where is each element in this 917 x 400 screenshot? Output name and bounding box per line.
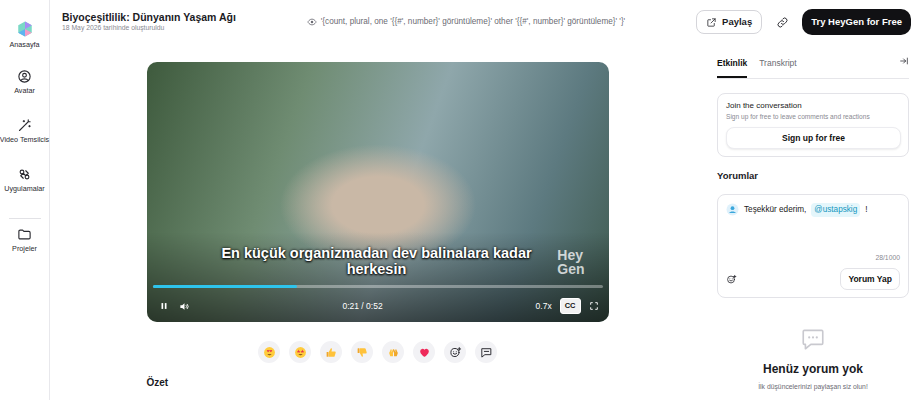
chat-bubble-icon <box>800 326 826 352</box>
emoji-button[interactable] <box>726 267 737 291</box>
player-controls: 0:21 / 0:520.7x CC <box>153 285 603 316</box>
copy-link-button[interactable] <box>770 10 794 34</box>
draft-text: Teşekkür ederim, <box>744 204 806 216</box>
panel-tab[interactable]: Transkript <box>759 57 796 78</box>
mention-chip[interactable]: @ustapskig <box>811 203 860 217</box>
reaction-button[interactable] <box>320 341 342 363</box>
join-title: Join the conversation <box>726 101 901 111</box>
avatar-icon <box>17 69 32 84</box>
captions-button[interactable]: CC <box>560 298 581 314</box>
thumbs-down-icon <box>356 346 369 359</box>
speed-button[interactable]: 0.7x <box>536 300 552 313</box>
user-avatar-icon <box>726 203 739 216</box>
emoji-icon <box>726 274 737 285</box>
video-column: En küçük organizmadan dev balinalara kad… <box>147 62 609 390</box>
sidebar-item[interactable]: Uygulamalar <box>0 167 49 213</box>
created-date: 18 May 2026 tarihinde oluşturuldu <box>62 23 236 33</box>
sidebar-item[interactable]: Projeler <box>0 227 49 273</box>
reaction-button[interactable] <box>351 341 373 363</box>
watermark: HeyGen <box>557 248 584 276</box>
sidebar-label: Uygulamalar <box>4 185 44 193</box>
wand-icon <box>17 118 32 133</box>
sidebar-label: Anasayfa <box>10 41 40 49</box>
sidebar-label: Avatar <box>14 87 35 95</box>
sidebar-label: Projeler <box>12 245 37 253</box>
collapse-button[interactable] <box>899 48 909 78</box>
share-label: Paylaş <box>722 15 752 29</box>
collapse-icon <box>899 56 909 66</box>
watermark-text: Gen <box>557 262 584 276</box>
join-card: Join the conversation Sign up for free to… <box>717 93 909 157</box>
comment-footer: Yorum Yap <box>726 267 900 291</box>
pause-icon <box>159 301 169 311</box>
comment-icon <box>480 346 493 359</box>
reaction-button[interactable] <box>258 341 280 363</box>
playback-time: 0:21 / 0:52 <box>190 300 536 313</box>
raised-hands-icon <box>387 346 400 359</box>
sign-up-button[interactable]: Sign up for free <box>726 127 901 150</box>
panel-tab[interactable]: Etkinlik <box>717 57 747 78</box>
reaction-button[interactable] <box>475 341 497 363</box>
logo-icon <box>16 20 34 38</box>
sidebar-item[interactable]: Avatar <box>0 69 49 115</box>
sidebar: Anasayfa Avatar Video Temsilcis Uygulamalar… <box>0 0 50 400</box>
thumbs-up-icon <box>325 346 338 359</box>
sidebar-item[interactable]: Video Temsilcis <box>0 118 49 164</box>
heart-icon <box>418 346 431 359</box>
volume-icon <box>179 301 190 312</box>
fullscreen-icon <box>589 301 599 311</box>
summary-heading: Özet <box>147 375 609 390</box>
sidebar-separator <box>9 218 41 219</box>
link-icon <box>776 16 789 29</box>
title-block: Biyoçeşitlilik: Dünyanın Yaşam Ağı18 May… <box>62 11 236 34</box>
control-row: 0:21 / 0:520.7x CC <box>153 296 603 316</box>
header: Biyoçeşitlilik: Dünyanın Yaşam Ağı18 May… <box>50 0 917 44</box>
draft-suffix: ! <box>865 204 867 216</box>
reaction-button[interactable] <box>444 341 466 363</box>
share-button[interactable]: Paylaş <box>696 10 762 34</box>
comments-heading: Yorumlar <box>717 169 909 183</box>
join-text: Sign up for free to leave comments and r… <box>726 113 901 121</box>
play-pause-button[interactable] <box>153 301 175 311</box>
sidebar-item[interactable]: Anasayfa <box>0 20 49 66</box>
char-counter: 28/1000 <box>726 253 900 263</box>
view-count-text: '{count, plural, one '{{#', number}' gör… <box>321 16 625 28</box>
reaction-button[interactable] <box>413 341 435 363</box>
sidebar-label: Video Temsilcis <box>0 136 49 144</box>
try-free-button[interactable]: Try HeyGen for Free <box>802 9 911 35</box>
video-player[interactable]: En küçük organizmadan dev balinalara kad… <box>147 62 609 322</box>
star-struck-icon <box>294 346 307 359</box>
app-window: Anasayfa Avatar Video Temsilcis Uygulamalar… <box>0 0 917 400</box>
empty-state: Henüz yorum yok İlk düşüncelerinizi payla… <box>717 326 909 392</box>
main-area: Biyoçeşitlilik: Dünyanın Yaşam Ağı18 May… <box>50 0 917 400</box>
love-face-icon <box>263 346 276 359</box>
reaction-button[interactable] <box>289 341 311 363</box>
empty-title: Henüz yorum yok <box>763 360 863 378</box>
folder-icon <box>17 227 32 242</box>
panel-tabs: Etkinlik Transkript <box>717 56 909 79</box>
fullscreen-button[interactable] <box>589 300 599 313</box>
activity-panel: Etkinlik Transkript Join the conversation S… <box>705 44 917 400</box>
comment-box[interactable]: Teşekkür ederim, @ustapskig! 28/1000 Yorum … <box>717 194 909 298</box>
reaction-button[interactable] <box>382 341 404 363</box>
empty-text: İlk düşüncelerinizi paylaşan siz olun! <box>758 382 868 392</box>
progress-track[interactable] <box>153 285 603 288</box>
view-count: '{count, plural, one '{{#', number}' gör… <box>244 16 688 28</box>
eye-icon <box>307 17 317 27</box>
apps-icon <box>17 167 32 182</box>
volume-button[interactable] <box>179 300 190 313</box>
progress-fill <box>153 285 297 288</box>
video-area: En küçük organizmadan dev balinalara kad… <box>50 44 705 400</box>
submit-comment-button[interactable]: Yorum Yap <box>840 268 900 291</box>
watermark-text: Hey <box>557 248 584 262</box>
share-icon <box>706 17 717 28</box>
video-title: Biyoçeşitlilik: Dünyanın Yaşam Ağı <box>62 11 236 24</box>
comment-draft[interactable]: Teşekkür ederim, @ustapskig! <box>726 203 900 217</box>
subtitle-caption: En küçük organizmadan dev balinalara kad… <box>207 245 547 278</box>
add-reaction-icon <box>449 346 462 359</box>
reaction-bar <box>147 341 609 363</box>
content: En küçük organizmadan dev balinalara kad… <box>50 44 917 400</box>
